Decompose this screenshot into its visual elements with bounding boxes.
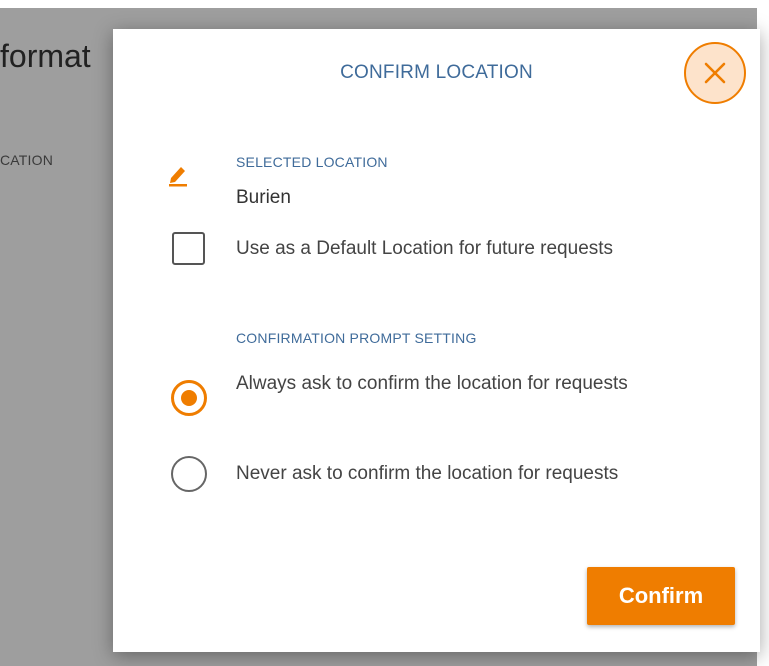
close-icon bbox=[704, 62, 726, 84]
selected-location-value: Burien bbox=[236, 187, 291, 208]
selected-location-label: SELECTED LOCATION bbox=[236, 154, 388, 170]
edit-icon[interactable] bbox=[167, 163, 189, 187]
never-ask-label[interactable]: Never ask to confirm the location for re… bbox=[236, 460, 618, 488]
default-location-label[interactable]: Use as a Default Location for future req… bbox=[236, 235, 613, 263]
never-ask-radio[interactable] bbox=[171, 456, 207, 492]
background-field-label: CATION bbox=[0, 152, 54, 168]
background-top-strip bbox=[0, 0, 769, 8]
default-location-checkbox[interactable] bbox=[172, 232, 205, 265]
always-ask-radio[interactable] bbox=[171, 380, 207, 416]
background-page-title: format bbox=[0, 38, 91, 74]
confirm-button[interactable]: Confirm bbox=[587, 567, 735, 625]
dialog-title: CONFIRM LOCATION bbox=[340, 62, 533, 83]
close-button[interactable] bbox=[684, 42, 746, 104]
prompt-setting-label: CONFIRMATION PROMPT SETTING bbox=[236, 330, 477, 346]
confirm-location-dialog: CONFIRM LOCATION SELECTED LOCATION Burie… bbox=[113, 29, 760, 652]
always-ask-label[interactable]: Always ask to confirm the location for r… bbox=[236, 370, 666, 398]
